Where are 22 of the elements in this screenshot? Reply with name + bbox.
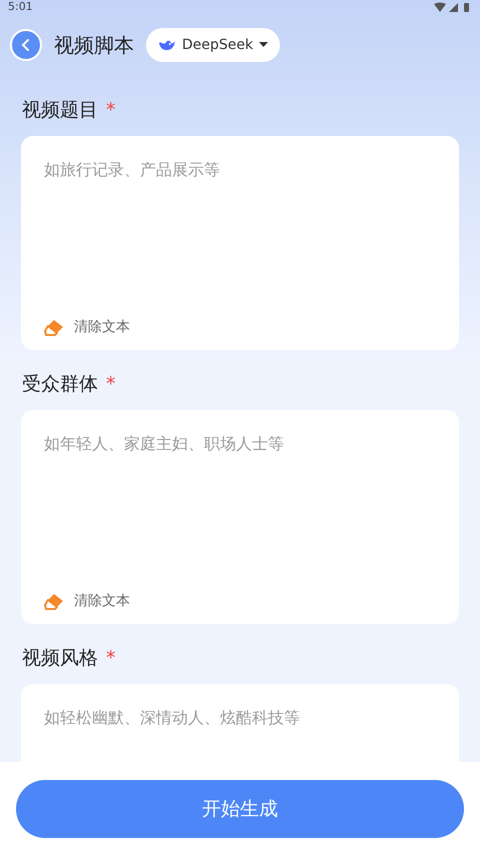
- status-icons: [432, 2, 472, 12]
- page-title: 视频脚本: [54, 32, 134, 59]
- text-area[interactable]: 如轻松幽默、深情动人、炫酷科技等: [21, 684, 459, 762]
- field-label: 受众群体: [22, 372, 98, 397]
- caret-icon: [259, 42, 268, 48]
- back-icon: [20, 38, 32, 52]
- field-label: 视频题目: [22, 98, 98, 123]
- model-dropdown[interactable]: DeepSeek: [146, 28, 280, 62]
- eraser-icon: [44, 592, 66, 610]
- whale-icon: [158, 38, 176, 52]
- clear-text-button[interactable]: 清除文本: [44, 317, 436, 338]
- status-time: 5:01: [8, 0, 33, 14]
- text-area[interactable]: 如旅行记录、产品展示等 清除文本: [21, 136, 459, 350]
- clear-text-button[interactable]: 清除文本: [44, 591, 436, 612]
- required-mark: *: [106, 98, 116, 123]
- text-area[interactable]: 如年轻人、家庭主妇、职场人士等 清除文本: [21, 410, 459, 624]
- required-mark: *: [106, 372, 116, 397]
- start-button[interactable]: 开始生成: [16, 780, 464, 838]
- required-mark: *: [106, 646, 116, 671]
- eraser-icon: [44, 318, 66, 336]
- field-label: 视频风格: [22, 646, 98, 671]
- back-button[interactable]: [10, 29, 42, 61]
